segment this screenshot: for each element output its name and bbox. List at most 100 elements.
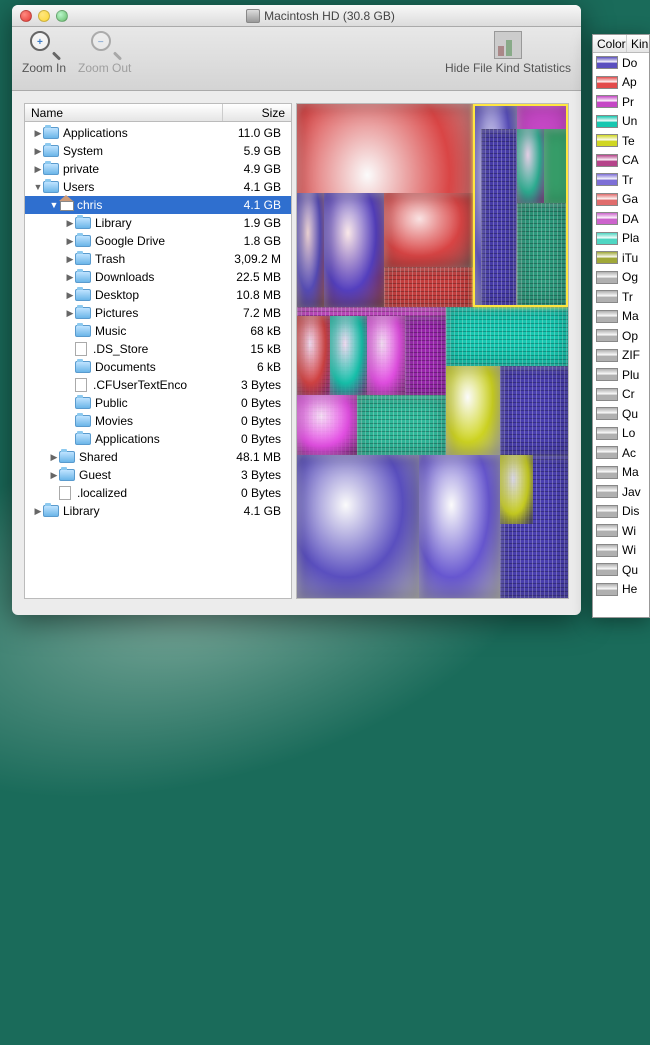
treemap-block[interactable] xyxy=(544,129,568,203)
stats-column-color[interactable]: Color xyxy=(593,35,627,52)
treemap-block[interactable] xyxy=(384,193,473,267)
stats-row[interactable]: Qu xyxy=(593,404,649,424)
treemap-block[interactable] xyxy=(446,307,568,366)
zoom-icon[interactable] xyxy=(56,10,68,22)
tree-row[interactable]: Documents6 kB xyxy=(25,358,291,376)
stats-row[interactable]: Op xyxy=(593,326,649,346)
zoom-in-button[interactable]: + Zoom In xyxy=(22,31,66,75)
stats-row[interactable]: He xyxy=(593,580,649,600)
close-icon[interactable] xyxy=(20,10,32,22)
disclosure-triangle-icon[interactable]: ▶ xyxy=(65,308,75,319)
tree-row[interactable]: ▶Downloads22.5 MB xyxy=(25,268,291,286)
tree-row[interactable]: Movies0 Bytes xyxy=(25,412,291,430)
disclosure-triangle-icon[interactable]: ▶ xyxy=(33,128,43,139)
treemap-block[interactable] xyxy=(517,203,568,307)
treemap-block[interactable] xyxy=(500,455,533,524)
disclosure-triangle-icon[interactable]: ▶ xyxy=(49,452,59,463)
disclosure-triangle-icon[interactable]: ▼ xyxy=(33,182,43,192)
stats-row[interactable]: Cr xyxy=(593,385,649,405)
tree-row[interactable]: Music68 kB xyxy=(25,322,291,340)
tree-row[interactable]: ▶Google Drive1.8 GB xyxy=(25,232,291,250)
minimize-icon[interactable] xyxy=(38,10,50,22)
column-size[interactable]: Size xyxy=(223,104,291,121)
stats-row[interactable]: Ac xyxy=(593,443,649,463)
stats-row[interactable]: Wi xyxy=(593,521,649,541)
disclosure-triangle-icon[interactable]: ▶ xyxy=(65,290,75,301)
stats-row[interactable]: Do xyxy=(593,53,649,73)
treemap-block[interactable] xyxy=(297,193,324,307)
tree-row[interactable]: ▼chris4.1 GB xyxy=(25,196,291,214)
treemap-block[interactable] xyxy=(297,395,357,454)
disclosure-triangle-icon[interactable]: ▶ xyxy=(33,506,43,517)
stats-row[interactable]: ZIF xyxy=(593,346,649,366)
tree-row[interactable]: ▶Desktop10.8 MB xyxy=(25,286,291,304)
tree-row[interactable]: ▶Shared48.1 MB xyxy=(25,448,291,466)
stats-row[interactable]: Ap xyxy=(593,73,649,93)
file-tree[interactable]: Name Size ▶Applications11.0 GB▶System5.9… xyxy=(24,103,292,599)
disclosure-triangle-icon[interactable]: ▶ xyxy=(65,218,75,229)
disclosure-triangle-icon[interactable]: ▼ xyxy=(49,200,59,210)
tree-row[interactable]: .DS_Store15 kB xyxy=(25,340,291,358)
treemap-block[interactable] xyxy=(446,366,500,455)
stats-row[interactable]: Qu xyxy=(593,560,649,580)
treemap-block[interactable] xyxy=(517,129,544,203)
row-size: 0 Bytes xyxy=(217,486,287,500)
tree-row[interactable]: .CFUserTextEnco3 Bytes xyxy=(25,376,291,394)
treemap-block[interactable] xyxy=(384,267,473,307)
stats-row[interactable]: Pr xyxy=(593,92,649,112)
hide-statistics-button[interactable]: Hide File Kind Statistics xyxy=(445,31,571,75)
treemap-block[interactable] xyxy=(297,455,419,598)
treemap-block[interactable] xyxy=(324,193,384,307)
stats-row[interactable]: Tr xyxy=(593,287,649,307)
tree-row[interactable]: ▶Library1.9 GB xyxy=(25,214,291,232)
stats-row[interactable]: Te xyxy=(593,131,649,151)
disclosure-triangle-icon[interactable]: ▶ xyxy=(65,236,75,247)
tree-row[interactable]: ▶private4.9 GB xyxy=(25,160,291,178)
stats-row[interactable]: Lo xyxy=(593,424,649,444)
disclosure-triangle-icon[interactable]: ▶ xyxy=(65,254,75,265)
stats-row[interactable]: Dis xyxy=(593,502,649,522)
tree-row[interactable]: .localized0 Bytes xyxy=(25,484,291,502)
treemap-block[interactable] xyxy=(419,455,500,598)
statistics-panel[interactable]: Color Kin DoApPrUnTeCATrGaDAPlaiTuOgTrMa… xyxy=(592,34,650,618)
tree-header[interactable]: Name Size xyxy=(25,104,291,122)
tree-row[interactable]: ▶Guest3 Bytes xyxy=(25,466,291,484)
treemap-block[interactable] xyxy=(357,395,446,454)
treemap-block[interactable] xyxy=(367,316,405,395)
stats-column-kind[interactable]: Kin xyxy=(627,35,650,52)
stats-row[interactable]: Og xyxy=(593,268,649,288)
stats-row[interactable]: Ga xyxy=(593,190,649,210)
stats-row[interactable]: Un xyxy=(593,112,649,132)
stats-row[interactable]: iTu xyxy=(593,248,649,268)
treemap-block[interactable] xyxy=(481,129,516,307)
disclosure-triangle-icon[interactable]: ▶ xyxy=(33,164,43,175)
stats-row[interactable]: Plu xyxy=(593,365,649,385)
stats-row[interactable]: CA xyxy=(593,151,649,171)
treemap[interactable] xyxy=(296,103,569,599)
disclosure-triangle-icon[interactable]: ▶ xyxy=(65,272,75,283)
stats-row[interactable]: Ma xyxy=(593,463,649,483)
stats-row[interactable]: DA xyxy=(593,209,649,229)
titlebar[interactable]: Macintosh HD (30.8 GB) xyxy=(12,5,581,27)
tree-row[interactable]: Public0 Bytes xyxy=(25,394,291,412)
stats-row[interactable]: Pla xyxy=(593,229,649,249)
treemap-block[interactable] xyxy=(297,316,330,395)
tree-row[interactable]: Applications0 Bytes xyxy=(25,430,291,448)
stats-row[interactable]: Jav xyxy=(593,482,649,502)
tree-row[interactable]: ▶Applications11.0 GB xyxy=(25,124,291,142)
treemap-block[interactable] xyxy=(500,366,568,455)
treemap-block[interactable] xyxy=(405,316,446,395)
tree-row[interactable]: ▶Library4.1 GB xyxy=(25,502,291,520)
treemap-block[interactable] xyxy=(330,316,368,395)
disclosure-triangle-icon[interactable]: ▶ xyxy=(33,146,43,157)
column-name[interactable]: Name xyxy=(25,104,223,121)
row-name: Applications xyxy=(63,126,217,140)
tree-row[interactable]: ▶System5.9 GB xyxy=(25,142,291,160)
stats-row[interactable]: Ma xyxy=(593,307,649,327)
stats-row[interactable]: Tr xyxy=(593,170,649,190)
tree-row[interactable]: ▼Users4.1 GB xyxy=(25,178,291,196)
tree-row[interactable]: ▶Trash3,09.2 M xyxy=(25,250,291,268)
stats-row[interactable]: Wi xyxy=(593,541,649,561)
disclosure-triangle-icon[interactable]: ▶ xyxy=(49,470,59,481)
tree-row[interactable]: ▶Pictures7.2 MB xyxy=(25,304,291,322)
